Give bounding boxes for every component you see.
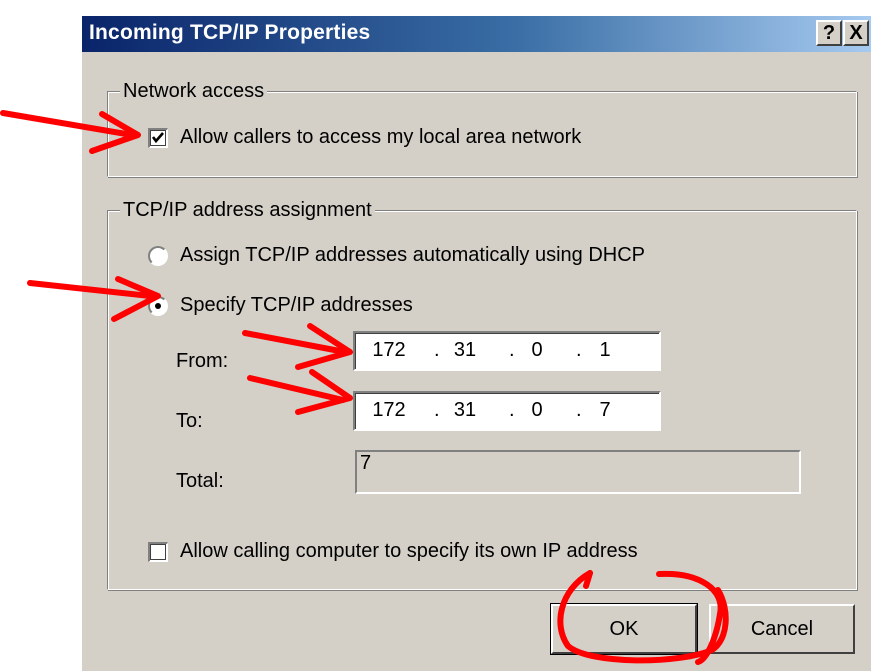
from-octet-2[interactable]: 31 [443,339,487,362]
allow-own-ip-label[interactable]: Allow calling computer to specify its ow… [180,540,638,563]
from-octet-1[interactable]: 172 [367,339,411,362]
cancel-button[interactable]: Cancel [709,604,855,654]
total-label: Total: [176,470,224,492]
title-bar: Incoming TCP/IP Properties ? X [82,16,871,52]
octet-separator: . [509,399,515,421]
to-label: To: [176,410,203,432]
octet-separator: . [509,339,515,361]
checkmark-icon [151,132,164,144]
incoming-tcpip-properties-dialog: Incoming TCP/IP Properties ? X Network a… [80,14,871,671]
to-octet-1[interactable]: 172 [367,399,411,422]
octet-separator: . [434,339,440,361]
total-field: 7 [355,450,801,494]
to-octet-3[interactable]: 0 [515,399,559,422]
from-octet-3[interactable]: 0 [515,339,559,362]
network-access-legend: Network access [120,80,268,103]
to-octet-4[interactable]: 7 [583,399,627,422]
allow-own-ip-checkbox[interactable] [148,542,168,562]
window-title: Incoming TCP/IP Properties [89,21,371,44]
allow-callers-checkbox[interactable] [148,128,168,148]
from-label: From: [176,350,229,372]
allow-callers-label[interactable]: Allow callers to access my local area ne… [180,126,581,149]
ok-button[interactable]: OK [550,603,698,655]
to-octet-2[interactable]: 31 [443,399,487,422]
from-octet-4[interactable]: 1 [583,339,627,362]
from-ip-field[interactable]: 172 . 31 . 0 . 1 [353,331,661,371]
specify-label[interactable]: Specify TCP/IP addresses [180,294,413,317]
dhcp-radio[interactable] [148,246,168,266]
to-ip-field[interactable]: 172 . 31 . 0 . 7 [353,391,661,431]
octet-separator: . [576,339,582,361]
tcpip-assignment-legend: TCP/IP address assignment [120,199,375,222]
octet-separator: . [576,399,582,421]
close-button[interactable]: X [843,20,869,46]
total-value: 7 [360,452,372,474]
octet-separator: . [434,399,440,421]
dhcp-label[interactable]: Assign TCP/IP addresses automatically us… [180,244,645,267]
specify-radio[interactable] [148,296,168,316]
radio-selected-dot [155,303,161,309]
help-button[interactable]: ? [816,20,842,46]
